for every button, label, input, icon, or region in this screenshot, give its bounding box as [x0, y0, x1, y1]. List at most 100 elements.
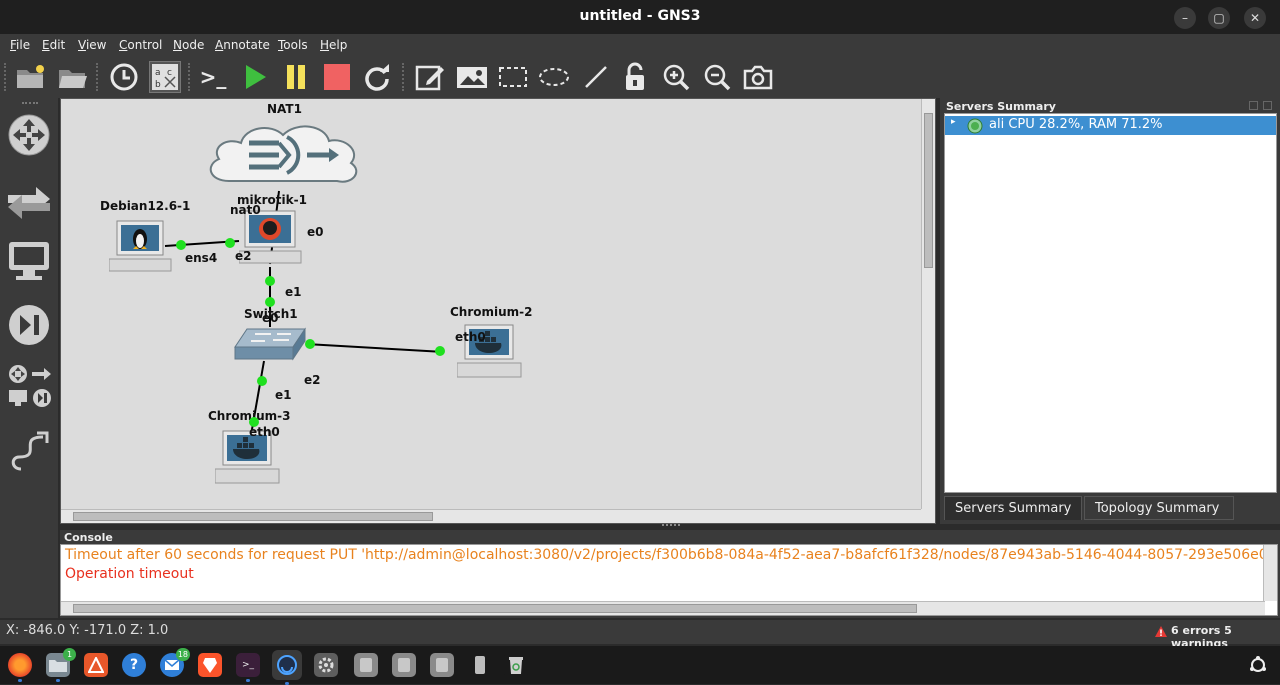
console-all-icon[interactable]: >_: [197, 61, 229, 93]
console-line: Timeout after 60 seconds for request PUT…: [65, 547, 1278, 563]
linux-host-icon[interactable]: [109, 219, 173, 277]
add-link-icon[interactable]: [6, 428, 52, 474]
minimize-button[interactable]: –: [1174, 7, 1196, 29]
scrollbar-thumb[interactable]: [924, 113, 933, 268]
link-status-dot: [225, 238, 235, 248]
snapshot-icon[interactable]: [108, 61, 140, 93]
link-status-dot: [265, 276, 275, 286]
firefox-icon[interactable]: [8, 653, 32, 682]
disk-icon-2[interactable]: [392, 653, 416, 677]
add-note-icon[interactable]: [414, 61, 446, 93]
browse-switches-icon[interactable]: [6, 178, 52, 224]
console-line: Operation timeout: [65, 566, 194, 582]
terminal-icon[interactable]: >_: [236, 653, 260, 682]
topology-canvas[interactable]: NAT1 mikrotik-1 Debian12.6-1 Switch1 Chr…: [60, 98, 936, 524]
disk-icon[interactable]: [354, 653, 378, 677]
disk-icon-3[interactable]: [430, 653, 454, 677]
port-label-switch-e1: e1: [275, 388, 292, 402]
start-all-icon[interactable]: [239, 61, 271, 93]
port-label-nat0: nat0: [230, 203, 261, 217]
browse-security-devices-icon[interactable]: [6, 302, 52, 348]
port-label-chromium3-eth0: eth0: [249, 425, 280, 439]
menu-tools[interactable]: Tools: [278, 38, 308, 52]
dock-close-button[interactable]: [1263, 101, 1272, 110]
insert-image-icon[interactable]: [456, 61, 488, 93]
menu-edit[interactable]: Edit: [42, 38, 65, 52]
tab-servers-summary[interactable]: Servers Summary: [944, 496, 1082, 520]
svg-text:b: b: [155, 80, 161, 90]
menu-view[interactable]: View: [78, 38, 106, 52]
gns3-icon[interactable]: [272, 650, 302, 685]
maximize-button[interactable]: ▢: [1208, 7, 1230, 29]
close-button[interactable]: ✕: [1244, 7, 1266, 29]
brave-icon[interactable]: [198, 653, 222, 677]
dock-float-button[interactable]: [1249, 101, 1258, 110]
main-toolbar: acb >_: [0, 56, 1280, 98]
toolbar-grip-4[interactable]: [402, 63, 406, 91]
suspend-all-icon[interactable]: [280, 61, 312, 93]
menu-annotate[interactable]: Annotate: [215, 38, 270, 52]
warning-icon: [1155, 626, 1167, 637]
splitter-handle[interactable]: [662, 524, 680, 528]
draw-rectangle-icon[interactable]: [497, 61, 529, 93]
browse-end-devices-icon[interactable]: [6, 238, 52, 284]
console-dock: Console Timeout after 60 seconds for req…: [60, 530, 1280, 618]
ethernet-switch-icon[interactable]: [233, 325, 309, 363]
open-project-icon[interactable]: [56, 61, 88, 93]
draw-ellipse-icon[interactable]: [538, 61, 570, 93]
settings-icon[interactable]: [314, 653, 338, 677]
zoom-out-icon[interactable]: [701, 61, 733, 93]
sidebar-grip[interactable]: [22, 102, 38, 106]
toolbar-grip[interactable]: [4, 63, 8, 91]
menu-file[interactable]: File: [10, 38, 30, 52]
help-icon[interactable]: ?: [122, 653, 146, 677]
trash-icon[interactable]: [504, 653, 528, 677]
screenshot-icon[interactable]: [742, 61, 774, 93]
scrollbar-thumb[interactable]: [73, 604, 917, 613]
scrollbar-thumb[interactable]: [73, 512, 433, 521]
tab-topology-summary[interactable]: Topology Summary: [1084, 496, 1234, 520]
servers-list: ▸ ali CPU 28.2%, RAM 71.2%: [944, 113, 1277, 493]
server-row[interactable]: ▸ ali CPU 28.2%, RAM 71.2%: [945, 116, 1276, 135]
menu-control[interactable]: Control: [119, 38, 162, 52]
show-interface-labels-icon[interactable]: acb: [149, 61, 181, 93]
toolbar-grip-3[interactable]: [188, 63, 192, 91]
port-label-switch-e2: e2: [304, 373, 321, 387]
zoom-in-icon[interactable]: [660, 61, 692, 93]
stop-all-icon[interactable]: [321, 61, 353, 93]
thunderbird-badge: 18: [175, 648, 190, 661]
console-horizontal-scrollbar[interactable]: [61, 601, 1265, 615]
menu-node[interactable]: Node: [173, 38, 204, 52]
port-label-chromium2-eth0: eth0: [455, 330, 486, 344]
usb-drive-icon[interactable]: [468, 653, 492, 677]
server-status-icon: [967, 118, 983, 134]
dock-title: Servers Summary: [946, 100, 1056, 113]
files-icon[interactable]: 1: [46, 648, 76, 682]
app-center-icon[interactable]: [84, 653, 108, 677]
reload-all-icon[interactable]: [361, 61, 393, 93]
port-label-ens4: ens4: [185, 251, 218, 265]
menu-help[interactable]: Help: [320, 38, 347, 52]
browse-routers-icon[interactable]: [6, 112, 52, 158]
link-status-dot: [257, 376, 267, 386]
expand-arrow-icon[interactable]: ▸: [951, 117, 956, 127]
cloud-nat-icon[interactable]: [205, 119, 361, 191]
menu-bar: File Edit View Control Node Annotate Too…: [0, 34, 1280, 56]
servers-summary-dock: Servers Summary ▸ ali CPU 28.2%, RAM 71.…: [940, 98, 1280, 524]
port-label-switch-e0: e0: [262, 311, 279, 325]
new-project-icon[interactable]: [14, 61, 46, 93]
svg-text:a: a: [155, 68, 161, 78]
canvas-horizontal-scrollbar[interactable]: [61, 509, 923, 523]
canvas-vertical-scrollbar[interactable]: [921, 99, 935, 511]
lock-icon[interactable]: [619, 61, 651, 93]
toolbar-grip-2[interactable]: [96, 63, 100, 91]
system-menu-icon[interactable]: [1246, 653, 1270, 677]
port-label-e2: e2: [235, 249, 252, 263]
node-label-debian: Debian12.6-1: [100, 199, 191, 213]
title-bar: untitled - GNS3 – ▢ ✕: [0, 0, 1280, 34]
draw-line-icon[interactable]: [580, 61, 612, 93]
console-output[interactable]: Timeout after 60 seconds for request PUT…: [60, 544, 1278, 616]
console-vertical-scrollbar[interactable]: [1263, 545, 1277, 601]
browse-all-devices-icon[interactable]: [6, 362, 52, 408]
thunderbird-icon[interactable]: 18: [160, 648, 190, 677]
